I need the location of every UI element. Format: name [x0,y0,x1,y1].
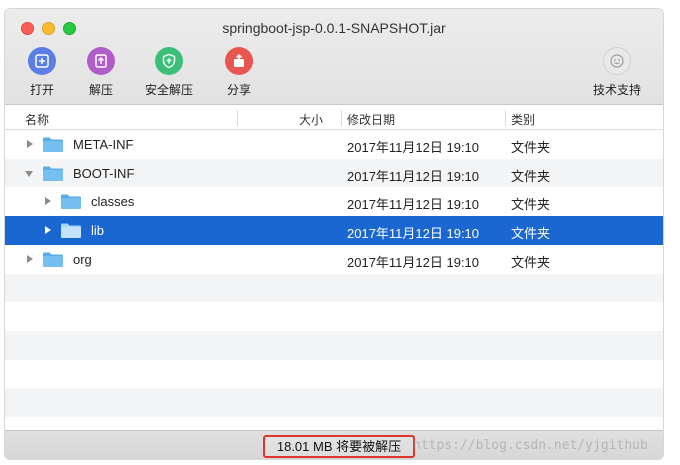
file-row-selected[interactable]: lib 2017年11月12日 19:10 文件夹 [5,216,663,245]
column-date[interactable]: 修改日期 [347,111,395,128]
file-kind: 文件夹 [511,254,551,270]
open-icon [28,47,56,75]
empty-row [5,360,663,389]
column-divider[interactable] [237,110,238,126]
secure-extract-label: 安全解压 [144,83,193,97]
file-row[interactable]: META-INF 2017年11月12日 19:10 文件夹 [5,130,663,159]
empty-row [5,302,663,331]
share-label: 分享 [226,83,251,97]
file-name: META-INF [73,137,134,152]
extract-size-status: 18.01 MB 将要被解压 [263,435,415,458]
file-name: classes [91,194,135,210]
watermark-text: https://blog.csdn.net/yjgithub [413,438,648,453]
file-list: META-INF 2017年11月12日 19:10 文件夹 BOOT-INF … [5,130,663,273]
folder-icon [43,252,63,267]
folder-icon [61,194,81,210]
title-bar: springboot-jsp-0.0.1-SNAPSHOT.jar 打开 解压 … [5,9,663,105]
column-divider[interactable] [505,110,506,126]
disclosure-triangle-icon[interactable] [45,226,51,235]
secure-extract-button[interactable]: 安全解压 [139,47,199,98]
disclosure-triangle-icon[interactable] [27,140,33,148]
open-button[interactable]: 打开 [25,47,59,98]
empty-row [5,273,663,303]
column-kind[interactable]: 类别 [511,111,535,128]
file-kind: 文件夹 [511,140,551,155]
status-bar: 18.01 MB 将要被解压 https://blog.csdn.net/yjg… [5,430,663,459]
file-name: org [73,251,92,267]
column-name[interactable]: 名称 [25,111,49,128]
share-button[interactable]: 分享 [219,47,259,98]
folder-icon [43,166,63,181]
open-label: 打开 [29,83,54,97]
file-kind: 文件夹 [511,226,551,242]
folder-icon [61,223,81,239]
file-name: lib [91,223,105,239]
disclosure-triangle-open-icon[interactable] [25,170,33,177]
file-date: 2017年11月12日 19:10 [347,226,480,242]
empty-row [5,330,663,360]
support-button[interactable]: 技术支持 [587,47,647,98]
shield-icon [155,47,183,75]
column-size[interactable]: 大小 [299,111,323,128]
file-row[interactable]: BOOT-INF 2017年11月12日 19:10 文件夹 [5,158,663,188]
window-title: springboot-jsp-0.0.1-SNAPSHOT.jar [222,20,446,36]
file-row[interactable]: org 2017年11月12日 19:10 文件夹 [5,245,663,274]
column-divider[interactable] [341,110,342,126]
file-kind: 文件夹 [511,197,551,213]
file-date: 2017年11月12日 19:10 [347,254,480,270]
disclosure-triangle-icon[interactable] [27,254,33,263]
file-row[interactable]: classes 2017年11月12日 19:10 文件夹 [5,187,663,216]
extract-label: 解压 [88,83,113,97]
file-kind: 文件夹 [511,168,551,184]
support-label: 技术支持 [592,83,641,97]
extract-icon [87,47,115,75]
disclosure-triangle-icon[interactable] [45,197,51,206]
folder-icon [43,137,63,152]
file-date: 2017年11月12日 19:10 [347,168,480,184]
file-date: 2017年11月12日 19:10 [347,140,480,155]
extract-button[interactable]: 解压 [81,47,121,98]
file-name: BOOT-INF [73,165,135,181]
column-header: 名称 大小 修改日期 类别 [5,106,663,130]
share-icon [225,47,253,75]
archive-window: springboot-jsp-0.0.1-SNAPSHOT.jar 打开 解压 … [4,8,664,460]
file-date: 2017年11月12日 19:10 [347,197,480,213]
empty-row [5,388,663,417]
smiley-icon [603,47,631,75]
